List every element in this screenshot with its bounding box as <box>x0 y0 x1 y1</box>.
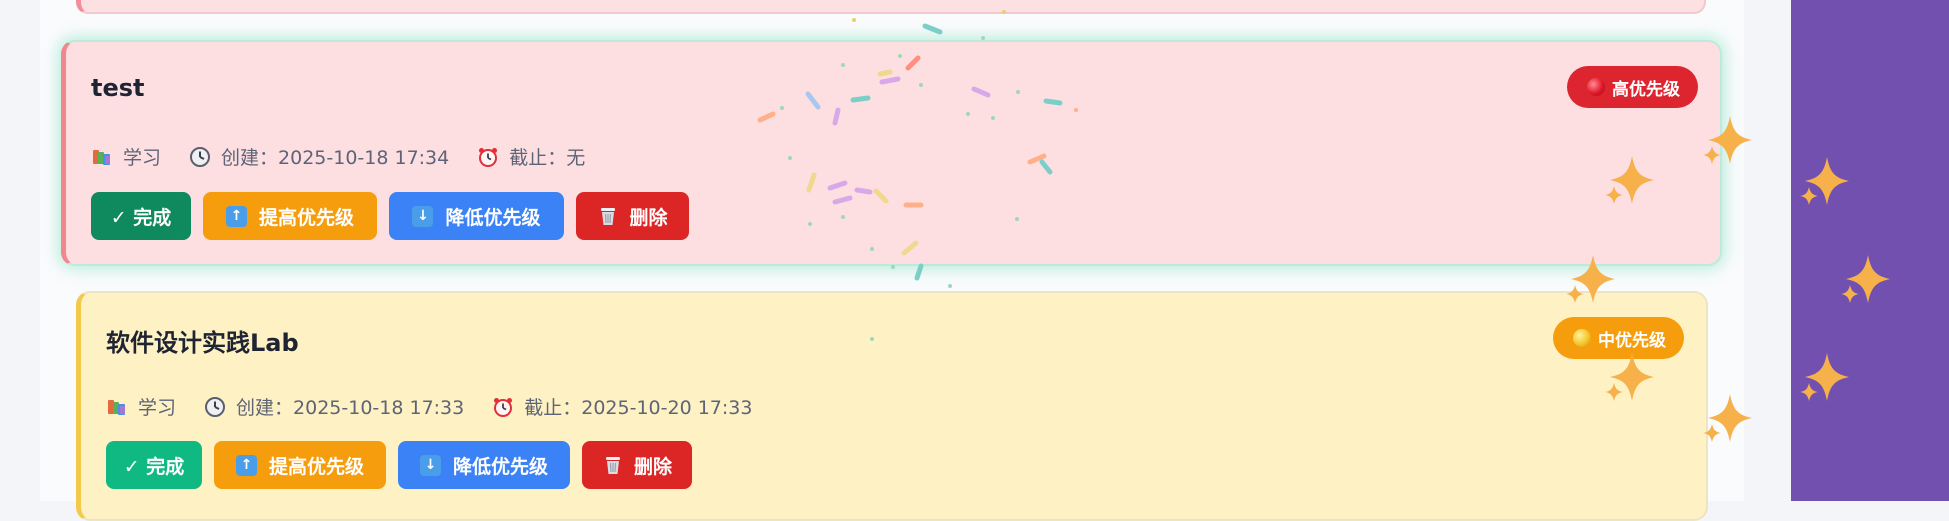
task-deadline: 截止：无 <box>477 143 585 170</box>
down-arrow-icon: ↓ <box>419 454 441 476</box>
task-created-text: 创建：2025-10-18 17:33 <box>236 397 465 419</box>
lower-priority-button[interactable]: ↓ 降低优先级 <box>398 441 570 489</box>
complete-button[interactable]: ✓ 完成 <box>106 441 202 489</box>
raise-priority-button[interactable]: ↑ 提高优先级 <box>214 441 386 489</box>
task-category-label: 学习 <box>138 397 177 419</box>
raise-priority-label: 提高优先级 <box>258 206 354 229</box>
task-actions: ✓ 完成 ↑ 提高优先级 ↓ 降低优先级 删除 <box>91 192 701 240</box>
task-created: 创建：2025-10-18 17:33 <box>204 393 464 420</box>
task-title: test <box>91 74 145 102</box>
delete-button[interactable]: 删除 <box>576 192 689 240</box>
task-category: 学习 <box>91 143 161 170</box>
priority-badge-high: 高优先级 <box>1567 66 1698 108</box>
wastebasket-icon <box>601 208 616 225</box>
task-title: 软件设计实践Lab <box>106 329 299 357</box>
priority-badge-label: 中优先级 <box>1598 330 1666 351</box>
lower-priority-label: 降低优先级 <box>452 455 548 478</box>
task-created: 创建：2025-10-18 17:34 <box>189 143 449 170</box>
raise-priority-button[interactable]: ↑ 提高优先级 <box>203 192 377 240</box>
task-meta-row: 学习 创建：2025-10-18 17:34 截止：无 <box>91 143 613 170</box>
complete-button[interactable]: ✓ 完成 <box>91 192 191 240</box>
delete-button-label: 删除 <box>629 206 668 229</box>
delete-button[interactable]: 删除 <box>582 441 692 489</box>
alarm-clock-icon <box>494 397 513 417</box>
raise-priority-label: 提高优先级 <box>268 455 364 478</box>
task-category-label: 学习 <box>123 147 162 169</box>
clock-icon <box>190 146 211 167</box>
task-created-text: 创建：2025-10-18 17:34 <box>221 147 450 169</box>
red-circle-icon <box>1587 78 1605 96</box>
task-deadline: 截止：2025-10-20 17:33 <box>492 393 752 420</box>
wastebasket-icon <box>605 457 620 474</box>
up-arrow-icon: ↑ <box>235 454 257 476</box>
previous-task-card-edge <box>76 0 1706 14</box>
yellow-circle-icon <box>1573 329 1591 347</box>
books-icon <box>108 399 125 415</box>
books-icon <box>93 149 110 165</box>
priority-badge-label: 高优先级 <box>1612 79 1680 100</box>
clock-icon <box>205 396 226 417</box>
side-panel <box>1791 0 1949 501</box>
task-deadline-text: 截止：无 <box>509 147 586 169</box>
delete-button-label: 删除 <box>633 455 672 478</box>
complete-button-label: ✓ 完成 <box>110 206 172 229</box>
lower-priority-label: 降低优先级 <box>445 206 541 229</box>
lower-priority-button[interactable]: ↓ 降低优先级 <box>389 192 564 240</box>
task-deadline-text: 截止：2025-10-20 17:33 <box>524 397 753 419</box>
complete-button-label: ✓ 完成 <box>123 455 185 478</box>
task-category: 学习 <box>106 393 176 420</box>
task-meta-row: 学习 创建：2025-10-18 17:33 截止：2025-10-20 17:… <box>106 393 780 420</box>
up-arrow-icon: ↑ <box>225 205 247 227</box>
task-actions: ✓ 完成 ↑ 提高优先级 ↓ 降低优先级 删除 <box>106 441 704 489</box>
priority-badge-mid: 中优先级 <box>1553 317 1684 359</box>
app-stage: test 高优先级 学习 创建：2025-10-18 17:34 截止：无 ✓ … <box>0 0 1949 521</box>
down-arrow-icon: ↓ <box>412 205 434 227</box>
task-card-mid-priority: 软件设计实践Lab 中优先级 学习 创建：2025-10-18 17:33 截止… <box>76 291 1708 521</box>
task-card-high-priority: test 高优先级 学习 创建：2025-10-18 17:34 截止：无 ✓ … <box>61 40 1722 266</box>
alarm-clock-icon <box>479 147 498 167</box>
